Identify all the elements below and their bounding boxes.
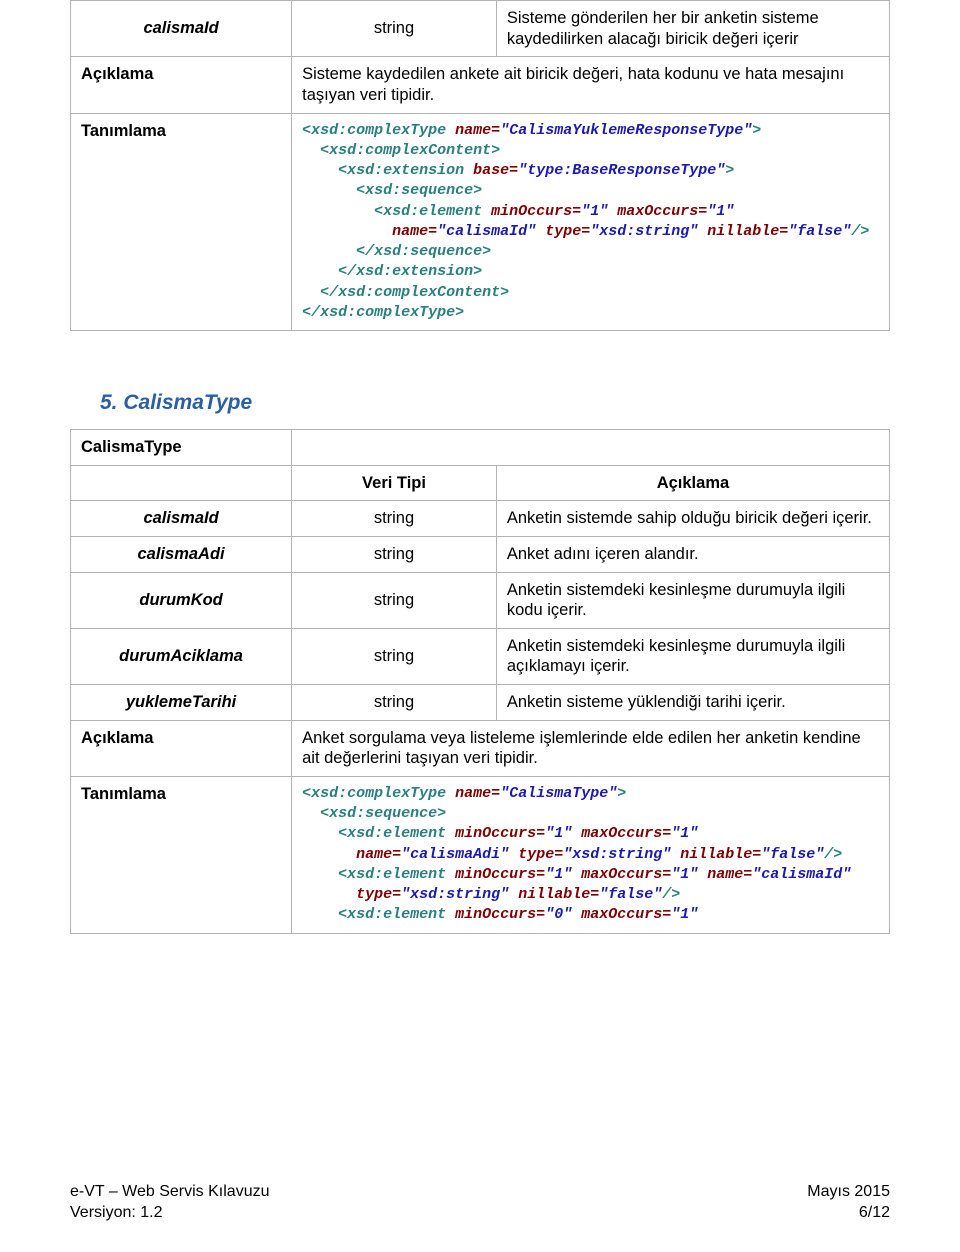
table-row: calismaId string Sisteme gönderilen her … <box>71 1 890 57</box>
table-row: Açıklama Anket sorgulama veya listeleme … <box>71 720 890 776</box>
footer-doc-title: e-VT – Web Servis Kılavuzu <box>70 1183 270 1200</box>
table-calisma-response: calismaId string Sisteme gönderilen her … <box>70 0 890 331</box>
cell-description: Anketin sisteme yüklendiği tarihi içerir… <box>496 685 889 721</box>
cell-field-name: calismaId <box>71 1 292 57</box>
table-row: calismaAdi string Anket adını içeren ala… <box>71 536 890 572</box>
section-title: CalismaType <box>123 391 252 414</box>
cell-type: string <box>292 685 497 721</box>
table-row: CalismaType <box>71 430 890 466</box>
cell-type: string <box>292 628 497 684</box>
cell-field-name: calismaId <box>71 501 292 537</box>
table-row: calismaId string Anketin sistemde sahip … <box>71 501 890 537</box>
cell-field-name: calismaAdi <box>71 536 292 572</box>
cell-tanimlama-code: <xsd:complexType name="CalismaType"> <xs… <box>292 776 890 933</box>
cell-description: Anketin sistemdeki kesinleşme durumuyla … <box>496 628 889 684</box>
cell-aciklama-label: Açıklama <box>71 720 292 776</box>
cell-field-name: durumAciklama <box>71 628 292 684</box>
cell-field-name: durumKod <box>71 572 292 628</box>
cell-aciklama-label: Açıklama <box>71 57 292 113</box>
section-heading: 5. CalismaType <box>100 391 890 415</box>
cell-type: string <box>292 1 497 57</box>
footer-version: Versiyon: 1.2 <box>70 1204 163 1221</box>
table-row: Veri Tipi Açıklama <box>71 465 890 501</box>
footer-date: Mayıs 2015 <box>807 1183 890 1200</box>
cell-description: Anket adını içeren alandır. <box>496 536 889 572</box>
footer-page-number: 6/12 <box>859 1204 890 1221</box>
section-number: 5. <box>100 391 118 414</box>
table-row: yuklemeTarihi string Anketin sisteme yük… <box>71 685 890 721</box>
document-page: calismaId string Sisteme gönderilen her … <box>0 0 960 1252</box>
cell-tanimlama-code: <xsd:complexType name="CalismaYuklemeRes… <box>292 113 890 331</box>
table-calisma-type: CalismaType Veri Tipi Açıklama calismaId… <box>70 429 890 934</box>
footer-right: Mayıs 2015 6/12 <box>807 1181 890 1224</box>
cell-description: Anketin sistemdeki kesinleşme durumuyla … <box>496 572 889 628</box>
code-block: <xsd:complexType name="CalismaYuklemeRes… <box>302 121 879 324</box>
table-row: Tanımlama <xsd:complexType name="Calisma… <box>71 776 890 933</box>
table-row: durumKod string Anketin sistemdeki kesin… <box>71 572 890 628</box>
cell-empty <box>292 430 890 466</box>
cell-type: string <box>292 501 497 537</box>
cell-description: Sisteme gönderilen her bir anketin siste… <box>496 1 889 57</box>
cell-type: string <box>292 572 497 628</box>
cell-aciklama-text: Anket sorgulama veya listeleme işlemleri… <box>292 720 890 776</box>
cell-aciklama-text: Sisteme kaydedilen ankete ait biricik de… <box>292 57 890 113</box>
cell-tanimlama-label: Tanımlama <box>71 776 292 933</box>
table-row: durumAciklama string Anketin sistemdeki … <box>71 628 890 684</box>
cell-type: string <box>292 536 497 572</box>
cell-tanimlama-label: Tanımlama <box>71 113 292 331</box>
cell-field-name: yuklemeTarihi <box>71 685 292 721</box>
cell-type-header: CalismaType <box>71 430 292 466</box>
code-block: <xsd:complexType name="CalismaType"> <xs… <box>302 784 879 926</box>
cell-description: Anketin sistemde sahip olduğu biricik de… <box>496 501 889 537</box>
cell-header-aciklama: Açıklama <box>496 465 889 501</box>
page-footer: Mayıs 2015 6/12 e-VT – Web Servis Kılavu… <box>70 1181 890 1224</box>
cell-empty <box>71 465 292 501</box>
table-row: Tanımlama <xsd:complexType name="Calisma… <box>71 113 890 331</box>
table-row: Açıklama Sisteme kaydedilen ankete ait b… <box>71 57 890 113</box>
cell-header-veri: Veri Tipi <box>292 465 497 501</box>
